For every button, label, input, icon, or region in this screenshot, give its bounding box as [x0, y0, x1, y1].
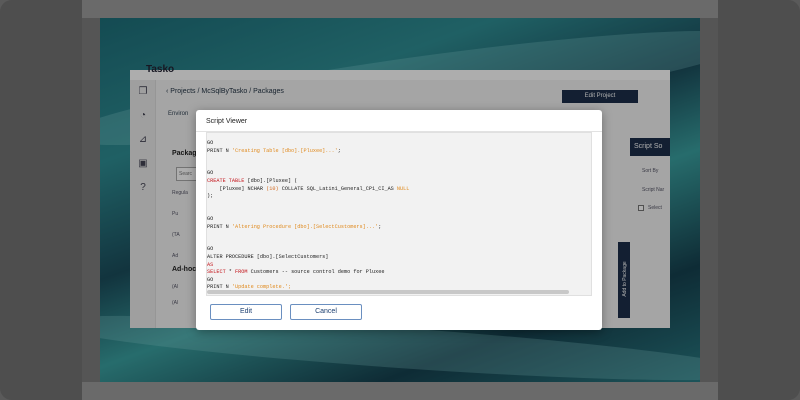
code-token: COLLATE SQL_Latin1_General_CP1_CI_AS: [278, 185, 397, 192]
code-line: GO: [207, 277, 585, 285]
code-line: SELECT * FROM Customers -- source contro…: [207, 269, 585, 277]
code-line: GO: [207, 246, 585, 254]
code-token: ALTER PROCEDURE [dbo].[SelectCustomers]: [207, 253, 329, 260]
code-token: ;: [337, 147, 341, 154]
code-line: PRINT N 'Creating Table [dbo].[Pluxee]..…: [207, 148, 585, 156]
code-line: );: [207, 193, 585, 201]
code-token: );: [207, 193, 214, 200]
bezel-top: [82, 0, 718, 18]
code-line: PRINT N 'Altering Procedure [dbo].[Selec…: [207, 224, 585, 232]
code-token: 'Altering Procedure [dbo].[SelectCustome…: [231, 223, 379, 230]
code-token: 'Creating Table [dbo].[Pluxee]...': [231, 147, 338, 154]
bezel-right: [718, 0, 800, 400]
code-line: GO: [207, 216, 585, 224]
screen: Tasko ❐ ◔ ⊿ ▣ ? ‹ Projects / McSqlByTask…: [100, 18, 700, 382]
code-line: AS: [207, 262, 585, 270]
code-token: GO: [207, 170, 214, 177]
code-token: GO: [207, 215, 214, 222]
code-line: [Pluxee] NCHAR (10) COLLATE SQL_Latin1_G…: [207, 186, 585, 194]
code-token: FROM: [235, 269, 248, 276]
code-token: SELECT: [207, 269, 226, 276]
code-token: Customers -- source control demo for Plu…: [247, 269, 385, 276]
modal-title: Script Viewer: [206, 118, 248, 125]
code-token: GO: [207, 276, 214, 283]
code-token: (10): [266, 185, 279, 192]
code-line: GO: [207, 140, 585, 148]
code-line: ALTER PROCEDURE [dbo].[SelectCustomers]: [207, 254, 585, 262]
code-token: [Pluxee] NCHAR: [207, 185, 267, 192]
horizontal-scrollbar[interactable]: [207, 290, 569, 294]
script-code-view[interactable]: GO PRINT N 'Creating Table [dbo].[Pluxee]…: [206, 132, 592, 296]
code-token: PRINT N: [207, 223, 232, 230]
code-line: CREATE TABLE [dbo].[Pluxee] (: [207, 178, 585, 186]
script-viewer-modal: Script Viewer GO PRINT N 'Creating Table …: [196, 110, 602, 330]
bezel-left: [0, 0, 82, 400]
code-token: AS: [207, 261, 214, 268]
code-token: [dbo].[Pluxee] (: [244, 177, 298, 184]
edit-button[interactable]: Edit: [210, 304, 282, 320]
cancel-button[interactable]: Cancel: [290, 304, 362, 320]
script-code: GO PRINT N 'Creating Table [dbo].[Pluxee]…: [207, 140, 585, 292]
code-token: *: [225, 269, 236, 276]
code-token: PRINT N: [207, 147, 232, 154]
code-token: CREATE TABLE: [207, 177, 245, 184]
code-token: GO: [207, 246, 214, 253]
device-frame: Tasko ❐ ◔ ⊿ ▣ ? ‹ Projects / McSqlByTask…: [0, 0, 800, 400]
code-token: ;: [378, 223, 382, 230]
code-token: NULL: [396, 185, 410, 192]
code-token: GO: [207, 140, 214, 146]
code-line: GO: [207, 170, 585, 178]
bezel-bottom: [82, 382, 718, 400]
